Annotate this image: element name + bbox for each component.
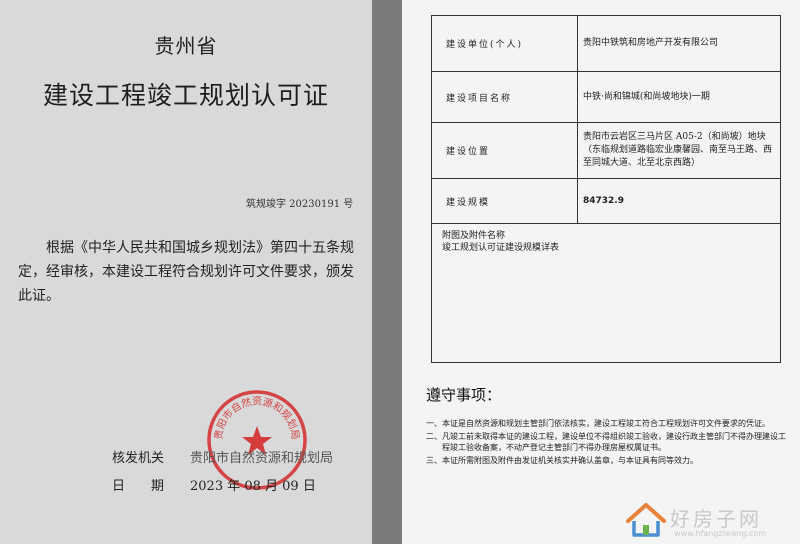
date-label: 日 期 [112,479,165,494]
certificate-body: 根据《中华人民共和国城乡规划法》第四十五条规定，经审核，本建设工程符合规划许可文… [18,240,354,304]
list-item: 一、本证是自然资源和规划主管部门依法核实，建设工程竣工符合工程规划许可文件要求的… [426,419,770,428]
attachment-label: 附图及附件名称 [442,231,506,241]
table-row: 建设位置 贵阳市云岩区三马片区 A05-2（和尚坡）地块（东临规划道路临宏业康馨… [431,122,781,179]
certificate-title: 建设工程竣工规划认可证 [42,81,329,110]
list-item: 三、本证所需附图及附件由发证机关核实并确认盖章，与本证具有同等效力。 [426,456,698,465]
row-value: 贵阳中铁筑和房地产开发有限公司 [577,15,781,72]
row-label: 建设规模 [431,178,578,224]
notice-title: 遵守事项： [426,386,502,404]
row-label: 建设位置 [431,122,578,179]
project-info-table: 建设单位(个人) 贵阳中铁筑和房地产开发有限公司 建设项目名称 中铁·尚和锦城(… [431,15,781,224]
watermark-url: www.hfangziwang.com [674,529,767,538]
row-value: 84732.9 [577,178,781,224]
issuer-value: 贵阳市自然资源和规划局 [190,451,334,466]
date-value: 2023 年 08 月 09 日 [190,479,316,494]
table-row: 建设项目名称 中铁·尚和锦城(和尚坡地块)一期 [431,71,781,123]
row-label: 建设单位(个人) [431,15,578,72]
attachment-section: 附图及附件名称 竣工规划认可证建设规模详表 [442,230,559,254]
certificate-back-page: 建设单位(个人) 贵阳中铁筑和房地产开发有限公司 建设项目名称 中铁·尚和锦城(… [402,0,800,544]
issuer-label: 核发机关 [112,451,165,466]
row-value: 中铁·尚和锦城(和尚坡地块)一期 [577,71,781,123]
attachment-value: 竣工规划认可证建设规模详表 [442,243,560,253]
watermark-brand: 好房子网 [670,507,762,531]
table-row: 建设规模 84732.9 [431,178,781,224]
list-item: 二、凡竣工前未取得本证的建设工程，建设单位不得组织竣工验收，建设行政主管部门不得… [426,432,786,452]
house-logo-icon [626,503,666,537]
site-watermark: 好房子网 www.hfangziwang.com [620,497,798,541]
row-value: 贵阳市云岩区三马片区 A05-2（和尚坡）地块（东临规划道路临宏业康馨园、南至马… [577,122,781,179]
province-heading: 贵州省 [154,34,218,58]
row-label: 建设项目名称 [431,71,578,123]
certificate-front-page: 贵州省 建设工程竣工规划认可证 筑规竣字 20230191 号 根据《中华人民共… [0,0,372,544]
document-number: 筑规竣字 20230191 号 [246,199,354,210]
table-row: 建设单位(个人) 贵阳中铁筑和房地产开发有限公司 [431,15,781,72]
notice-list: 一、本证是自然资源和规划主管部门依法核实，建设工程竣工符合工程规划许可文件要求的… [426,418,788,468]
page-gutter [372,0,402,544]
